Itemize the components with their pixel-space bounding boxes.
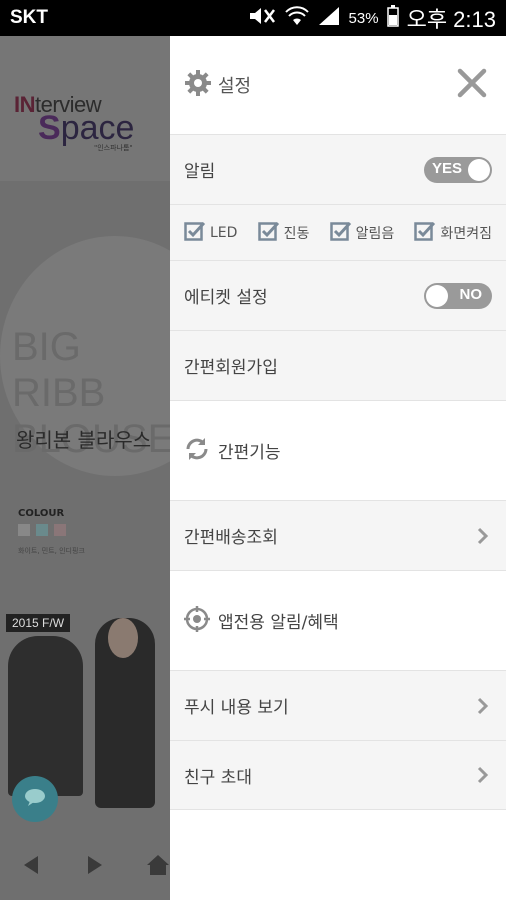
banner-subtitle: 왕리본 블라우스	[16, 428, 152, 452]
battery-icon	[386, 4, 399, 32]
close-icon	[457, 68, 487, 102]
status-bar: SKT 53% 오후 2:13	[0, 0, 506, 36]
refresh-icon	[184, 436, 210, 466]
notifications-row: 알림 YES	[170, 134, 506, 204]
bottom-nav	[0, 836, 170, 900]
option-screen-on[interactable]: 화면켜짐	[414, 220, 492, 246]
chat-icon	[24, 788, 46, 811]
background-app: INterview Space "인스파나톰" BIG RIBB BLOUSE …	[0, 36, 170, 900]
colour-note: 화이트, 민트, 인디핑크	[18, 547, 85, 555]
checkbox-checked-icon	[329, 220, 352, 246]
battery-percent: 53%	[348, 9, 379, 27]
settings-title: 설정	[218, 76, 252, 97]
option-sound[interactable]: 알림음	[329, 220, 395, 246]
invite-row[interactable]: 친구 초대	[170, 740, 506, 810]
checkbox-checked-icon	[184, 220, 206, 246]
push-view-label: 푸시 내용 보기	[184, 698, 289, 718]
checkbox-checked-icon	[257, 220, 280, 246]
delivery-lookup-label: 간편배송조회	[184, 528, 278, 548]
app-only-header: 앱전용 알림/혜택	[170, 570, 506, 670]
close-button[interactable]	[452, 65, 492, 105]
option-screen-on-label: 화면켜짐	[440, 225, 492, 242]
option-led-label: LED	[210, 224, 238, 241]
back-arrow-icon[interactable]	[22, 854, 40, 882]
home-icon[interactable]	[146, 854, 170, 882]
notifications-toggle[interactable]: YES	[424, 156, 492, 183]
target-icon	[184, 605, 210, 636]
option-sound-label: 알림음	[355, 225, 395, 242]
toggle-knob	[468, 158, 490, 181]
etiquette-row: 에티켓 설정 NO	[170, 260, 506, 330]
clock: 오후 2:13	[406, 7, 496, 32]
swatch-white	[18, 524, 30, 536]
chevron-right-icon	[474, 766, 492, 784]
notifications-label: 알림	[184, 162, 216, 182]
swatch-mint	[36, 524, 48, 536]
logo-text-pace: pace	[60, 109, 135, 147]
quick-signup-row[interactable]: 간편회원가입	[170, 330, 506, 400]
invite-label: 친구 초대	[184, 767, 252, 788]
gear-icon	[184, 69, 212, 101]
etiquette-label: 에티켓 설정	[184, 288, 268, 308]
logo-text-in: IN	[14, 92, 36, 117]
option-vibrate[interactable]: 진동	[257, 220, 310, 246]
forward-arrow-icon[interactable]	[86, 854, 104, 882]
drawer-header: 설정	[170, 36, 506, 134]
toggle-knob	[426, 284, 448, 307]
notification-options-row: LED 진동 알림음 화면켜짐	[170, 204, 506, 260]
delivery-lookup-row[interactable]: 간편배송조회	[170, 500, 506, 570]
product-image-jacket	[8, 636, 83, 796]
app-only-label: 앱전용 알림/혜택	[218, 613, 339, 633]
model-face	[108, 618, 138, 658]
chat-button[interactable]	[12, 776, 58, 822]
swatch-pink	[54, 524, 66, 536]
checkbox-checked-icon	[414, 220, 436, 246]
wifi-icon	[284, 5, 309, 32]
quick-signup-label: 간편회원가입	[184, 358, 278, 378]
settings-drawer: 설정 알림 YES LED 진동 알림음 화면켜짐 에티켓 설정 NO 간편회원…	[170, 36, 506, 900]
carrier-label: SKT	[10, 7, 48, 28]
season-tag: 2015 F/W	[6, 614, 71, 632]
logo-text-s: S	[38, 109, 61, 147]
etiquette-toggle-text: NO	[459, 285, 483, 303]
chevron-right-icon	[474, 697, 492, 715]
mute-icon	[247, 6, 277, 31]
quick-features-label: 간편기능	[218, 443, 281, 463]
option-led[interactable]: LED	[184, 220, 237, 246]
colour-label: COLOUR	[18, 508, 65, 519]
logo-subtitle: "인스파나톰"	[94, 144, 133, 152]
quick-features-header: 간편기능	[170, 400, 506, 500]
signal-icon	[317, 5, 341, 32]
chevron-right-icon	[474, 527, 492, 545]
option-vibrate-label: 진동	[283, 225, 310, 242]
etiquette-toggle[interactable]: NO	[424, 282, 492, 309]
notifications-toggle-text: YES	[432, 159, 463, 177]
push-view-row[interactable]: 푸시 내용 보기	[170, 670, 506, 740]
banner-title-line-1: BIG RIBB	[12, 325, 106, 415]
